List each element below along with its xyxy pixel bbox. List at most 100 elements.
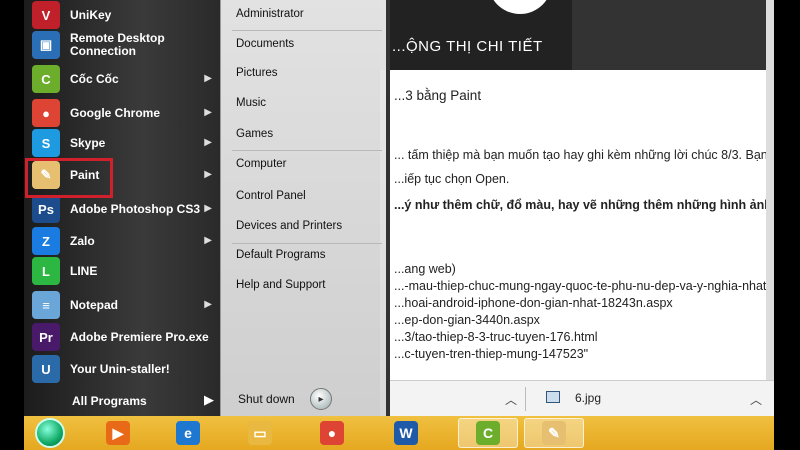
program-item-adobe-photoshop-cs3[interactable]: Ps Adobe Photoshop CS3 ▶	[32, 194, 216, 224]
word-icon: W	[394, 421, 418, 445]
paint-icon: ✎	[542, 421, 566, 445]
header-text: ...ỘNG THỊ CHI TIẾT	[392, 38, 543, 55]
all-programs-label: All Programs	[72, 394, 147, 408]
menu-item-devices-and-printers[interactable]: Devices and Printers	[236, 220, 342, 232]
doc-line: ... tấm thiệp mà bạn muốn tạo hay ghi kè…	[394, 148, 768, 162]
chevron-up-icon[interactable]: ︿	[505, 391, 517, 408]
uninstaller-icon: U	[32, 355, 60, 383]
arrow-right-icon: ▶	[204, 392, 214, 407]
chrome-icon: ●	[32, 99, 60, 127]
start-menu-places-pane	[220, 0, 390, 416]
doc-line: ...ý như thêm chữ, đổ màu, hay vẽ những …	[394, 198, 772, 212]
program-label: Adobe Photoshop CS3	[70, 201, 200, 216]
shutdown-label: Shut down	[238, 392, 295, 406]
program-item-notepad[interactable]: ≡ Notepad ▶	[32, 290, 216, 320]
image-file-icon	[546, 391, 560, 403]
program-item-unikey[interactable]: V UniKey	[32, 0, 216, 30]
program-label: Cốc Cốc	[70, 71, 119, 86]
downloads-bar: ︿ 6.jpg ︿	[380, 380, 774, 416]
header-dark-area	[572, 0, 774, 70]
taskbar-button[interactable]: ▶	[96, 418, 140, 448]
left-letterbox	[0, 0, 24, 450]
doc-line[interactable]: ...-mau-thiep-chuc-mung-ngay-quoc-te-phu…	[394, 279, 770, 293]
remote-desktop-icon: ▣	[32, 31, 60, 59]
program-item-google-chrome[interactable]: ● Google Chrome ▶	[32, 98, 216, 128]
program-item-your-unin-staller[interactable]: U Your Unin-staller!	[32, 354, 216, 384]
coccoc-icon: C	[476, 421, 500, 445]
program-label: Skype	[70, 135, 106, 150]
submenu-arrow-icon[interactable]: ▶	[204, 299, 212, 310]
submenu-arrow-icon[interactable]: ▶	[204, 107, 212, 118]
doc-line[interactable]: ...c-tuyen-tren-thiep-mung-147523"	[394, 347, 588, 361]
program-label: Adobe Premiere Pro.exe	[70, 329, 209, 344]
submenu-arrow-icon[interactable]: ▶	[204, 73, 212, 84]
notepad-icon: ≡	[32, 291, 60, 319]
taskbar-button[interactable]: W	[384, 418, 428, 448]
photoshop-icon: Ps	[32, 195, 60, 223]
menu-item-computer[interactable]: Computer	[236, 158, 287, 170]
taskbar-button[interactable]: e	[166, 418, 210, 448]
taskbar-button[interactable]: C	[458, 418, 518, 448]
file-explorer-icon: ▭	[248, 421, 272, 445]
doc-line: ...iếp tục chọn Open.	[394, 172, 510, 186]
all-programs-button[interactable]: All Programs ▶	[28, 388, 218, 414]
media-player-icon: ▶	[106, 421, 130, 445]
program-item-zalo[interactable]: Z Zalo ▶	[32, 226, 216, 256]
divider	[525, 387, 526, 411]
program-label: Your Unin-staller!	[70, 361, 170, 376]
doc-line: ...ang web)	[394, 262, 456, 276]
doc-line[interactable]: ...ep-don-gian-3440n.aspx	[394, 313, 540, 327]
menu-item-default-programs[interactable]: Default Programs	[236, 249, 325, 261]
document-header: ...ỘNG THỊ CHI TIẾT	[380, 0, 572, 70]
chevron-up-icon[interactable]: ︿	[750, 391, 762, 408]
menu-item-pictures[interactable]: Pictures	[236, 67, 278, 79]
unikey-icon: V	[32, 1, 60, 29]
menu-item-control-panel[interactable]: Control Panel	[236, 190, 306, 202]
submenu-arrow-icon[interactable]: ▶	[204, 235, 212, 246]
divider	[232, 30, 382, 31]
header-logo-circle	[488, 0, 552, 14]
taskbar-button[interactable]: ✎	[524, 418, 584, 448]
doc-line[interactable]: ...hoai-android-iphone-don-gian-nhat-182…	[394, 296, 673, 310]
windows-orb-icon	[35, 418, 65, 448]
doc-line: ...3 bằng Paint	[394, 88, 482, 103]
program-label: Google Chrome	[70, 105, 161, 120]
divider	[232, 150, 382, 151]
program-label: LINE	[70, 263, 98, 278]
chrome-icon: ●	[320, 421, 344, 445]
paint-highlight-box	[25, 158, 113, 198]
download-file-name[interactable]: 6.jpg	[575, 391, 601, 405]
menu-item-documents[interactable]: Documents	[236, 38, 294, 50]
program-item-line[interactable]: L LINE	[32, 256, 216, 286]
menu-item-games[interactable]: Games	[236, 128, 273, 140]
zalo-icon: Z	[32, 227, 60, 255]
program-label: Zalo	[70, 233, 95, 248]
right-letterbox	[774, 0, 800, 450]
program-item-remote-desktop-connection[interactable]: ▣ Remote Desktop Connection	[32, 30, 216, 60]
coccoc-icon: C	[32, 65, 60, 93]
submenu-arrow-icon[interactable]: ▶	[204, 169, 212, 180]
start-button[interactable]	[28, 418, 72, 448]
shutdown-options-icon[interactable]: ▸	[310, 388, 332, 410]
browser-document: ...ỘNG THỊ CHI TIẾT ...3 bằng Paint ... …	[380, 0, 774, 416]
program-label: UniKey	[70, 7, 112, 22]
skype-icon: S	[32, 129, 60, 157]
taskbar-button[interactable]: ●	[310, 418, 354, 448]
line-icon: L	[32, 257, 60, 285]
menu-item-music[interactable]: Music	[236, 97, 266, 109]
program-item-skype[interactable]: S Skype ▶	[32, 128, 216, 158]
premiere-icon: Pr	[32, 323, 60, 351]
submenu-arrow-icon[interactable]: ▶	[204, 137, 212, 148]
divider	[232, 243, 382, 244]
internet-explorer-icon: e	[176, 421, 200, 445]
program-item-adobe-premiere-pro-exe[interactable]: Pr Adobe Premiere Pro.exe	[32, 322, 216, 352]
menu-item-help-and-support[interactable]: Help and Support	[236, 279, 326, 291]
doc-line[interactable]: ...3/tao-thiep-8-3-truc-tuyen-176.html	[394, 330, 598, 344]
menu-item-administrator[interactable]: Administrator	[236, 8, 304, 20]
taskbar-button[interactable]: ▭	[238, 418, 282, 448]
scrollbar[interactable]	[766, 0, 774, 380]
program-label: Remote Desktop Connection	[70, 31, 165, 58]
program-label: Notepad	[70, 297, 118, 312]
submenu-arrow-icon[interactable]: ▶	[204, 203, 212, 214]
program-item-c-c-c-c[interactable]: C Cốc Cốc ▶	[32, 64, 216, 94]
